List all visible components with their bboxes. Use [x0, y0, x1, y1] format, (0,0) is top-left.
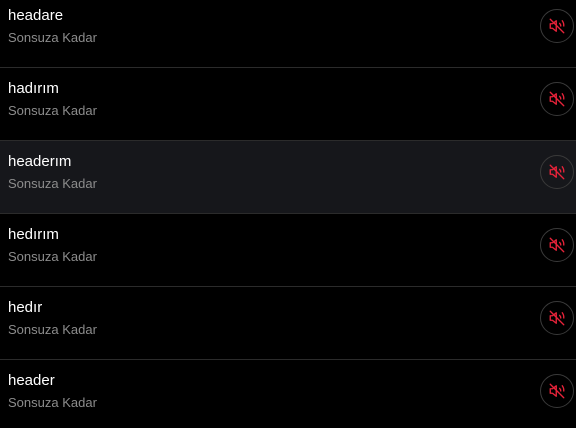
- item-subtitle: Sonsuza Kadar: [8, 103, 97, 118]
- unmute-button[interactable]: [540, 228, 574, 262]
- muted-speaker-icon: [549, 91, 565, 107]
- list-item[interactable]: hedır Sonsuza Kadar: [0, 287, 576, 360]
- item-subtitle: Sonsuza Kadar: [8, 395, 97, 410]
- unmute-button[interactable]: [540, 155, 574, 189]
- item-subtitle: Sonsuza Kadar: [8, 30, 97, 45]
- muted-speaker-icon: [549, 164, 565, 180]
- list-item[interactable]: hadırım Sonsuza Kadar: [0, 68, 576, 141]
- muted-list: headare Sonsuza Kadar hadırım Sonsuza Ka…: [0, 0, 576, 428]
- item-title: header: [8, 372, 55, 389]
- muted-speaker-icon: [549, 383, 565, 399]
- muted-speaker-icon: [549, 237, 565, 253]
- unmute-button[interactable]: [540, 9, 574, 43]
- item-title: hedırım: [8, 226, 59, 243]
- item-title: hedır: [8, 299, 43, 316]
- item-subtitle: Sonsuza Kadar: [8, 176, 97, 191]
- list-item[interactable]: hedırım Sonsuza Kadar: [0, 214, 576, 287]
- item-title: hadırım: [8, 80, 59, 97]
- unmute-button[interactable]: [540, 301, 574, 335]
- item-title: headerım: [8, 153, 72, 170]
- muted-speaker-icon: [549, 310, 565, 326]
- list-item[interactable]: headerım Sonsuza Kadar: [0, 141, 576, 214]
- item-subtitle: Sonsuza Kadar: [8, 322, 97, 337]
- list-item[interactable]: header Sonsuza Kadar: [0, 360, 576, 428]
- list-item[interactable]: headare Sonsuza Kadar: [0, 0, 576, 68]
- unmute-button[interactable]: [540, 82, 574, 116]
- unmute-button[interactable]: [540, 374, 574, 408]
- muted-speaker-icon: [549, 18, 565, 34]
- item-subtitle: Sonsuza Kadar: [8, 249, 97, 264]
- item-title: headare: [8, 7, 64, 24]
